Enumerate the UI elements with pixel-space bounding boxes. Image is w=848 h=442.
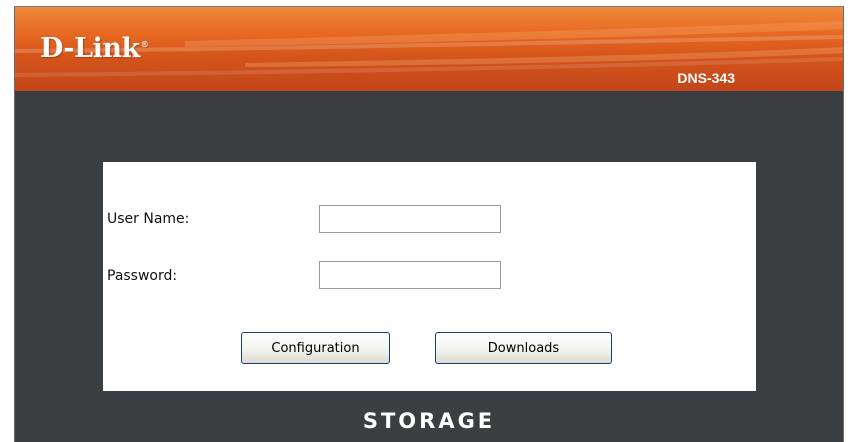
password-label: Password: [107,268,178,284]
configuration-button[interactable]: Configuration [241,332,390,364]
model-name: DNS-343 [677,70,735,86]
username-label: User Name: [107,211,190,227]
logo-registered-mark: ® [140,39,149,49]
storage-brand-label: STORAGE [362,409,496,433]
logo-text: D-Link [40,33,140,64]
page-frame: D-Link® DNS-343 User Name: Password: Con… [0,0,848,442]
header-banner: D-Link® DNS-343 [15,7,843,91]
login-panel: User Name: Password: Configuration Downl… [103,162,756,391]
password-input[interactable] [319,261,501,289]
downloads-button[interactable]: Downloads [435,332,612,364]
username-input[interactable] [319,205,501,233]
dlink-logo: D-Link® [40,33,149,64]
app-window: D-Link® DNS-343 User Name: Password: Con… [14,6,844,442]
